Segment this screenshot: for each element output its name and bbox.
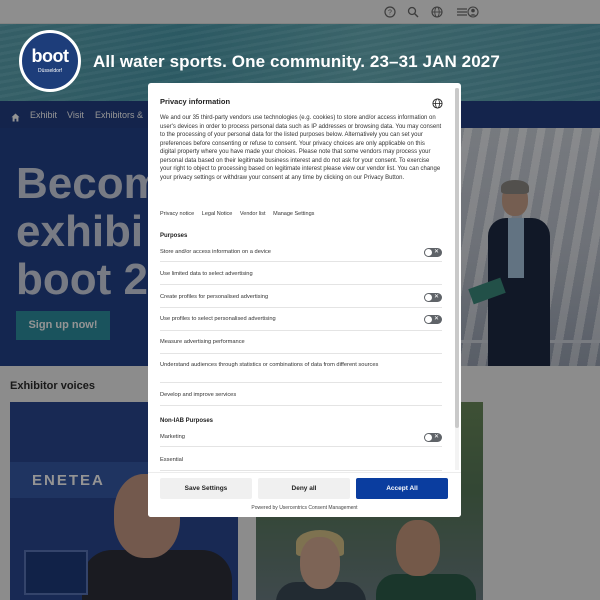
purpose-label: Develop and improve services <box>160 392 237 398</box>
logo-subtitle: Düsseldorf <box>38 68 62 74</box>
dialog-scrollbar[interactable] <box>455 88 459 428</box>
purpose-label: Use profiles to select personalised adve… <box>160 316 276 322</box>
purpose-label: Marketing <box>160 434 185 440</box>
purpose-row[interactable]: Essential <box>160 451 442 471</box>
logo-word: boot <box>31 46 69 66</box>
purpose-toggle[interactable]: ✕ <box>424 248 442 257</box>
accept-all-button[interactable]: Accept All <box>356 478 448 499</box>
non-iab-heading: Non-IAB Purposes <box>160 418 214 424</box>
purpose-label: Essential <box>160 457 184 463</box>
purpose-row[interactable]: Understand audiences through statistics … <box>160 356 442 383</box>
purpose-row[interactable]: Store and/or access information on a dev… <box>160 243 442 262</box>
banner-tagline: All water sports. One community. 23–31 J… <box>93 52 500 71</box>
powered-by-text[interactable]: Powered by Usercentrics Consent Manageme… <box>148 505 461 511</box>
vendor-list-link[interactable]: Vendor list <box>240 211 266 217</box>
legal-notice-link[interactable]: Legal Notice <box>202 211 233 217</box>
purpose-label: Store and/or access information on a dev… <box>160 249 271 255</box>
purpose-row[interactable]: Use profiles to select personalised adve… <box>160 310 442 331</box>
purpose-row[interactable]: Marketing ✕ <box>160 428 442 447</box>
purpose-row[interactable]: Develop and improve services <box>160 386 442 406</box>
purpose-toggle[interactable]: ✕ <box>424 293 442 302</box>
purpose-label: Use limited data to select advertising <box>160 271 253 277</box>
boot-logo[interactable]: boot Düsseldorf <box>19 30 81 92</box>
consent-description: We and our 35 third-party vendors use te… <box>160 115 442 181</box>
purpose-label: Measure advertising performance <box>160 339 245 345</box>
dialog-title: Privacy information <box>160 97 231 106</box>
purpose-toggle[interactable]: ✕ <box>424 315 442 324</box>
purpose-label: Create profiles for personalised adverti… <box>160 294 269 300</box>
manage-settings-link[interactable]: Manage Settings <box>273 211 314 217</box>
purpose-row[interactable]: Use limited data to select advertising <box>160 265 442 285</box>
consent-links: Privacy notice Legal Notice Vendor list … <box>160 211 320 217</box>
purpose-label: Understand audiences through statistics … <box>160 362 379 368</box>
consent-dialog: Privacy information We and our 35 third-… <box>148 83 461 517</box>
purpose-row[interactable]: Measure advertising performance <box>160 333 442 354</box>
privacy-notice-link[interactable]: Privacy notice <box>160 211 194 217</box>
purpose-row[interactable]: Create profiles for personalised adverti… <box>160 288 442 308</box>
save-settings-button[interactable]: Save Settings <box>160 478 252 499</box>
language-globe-icon[interactable] <box>432 96 443 109</box>
deny-all-button[interactable]: Deny all <box>258 478 350 499</box>
dialog-footer: Save Settings Deny all Accept All Powere… <box>148 472 461 517</box>
purpose-toggle[interactable]: ✕ <box>424 433 442 442</box>
purposes-heading: Purposes <box>160 233 188 239</box>
